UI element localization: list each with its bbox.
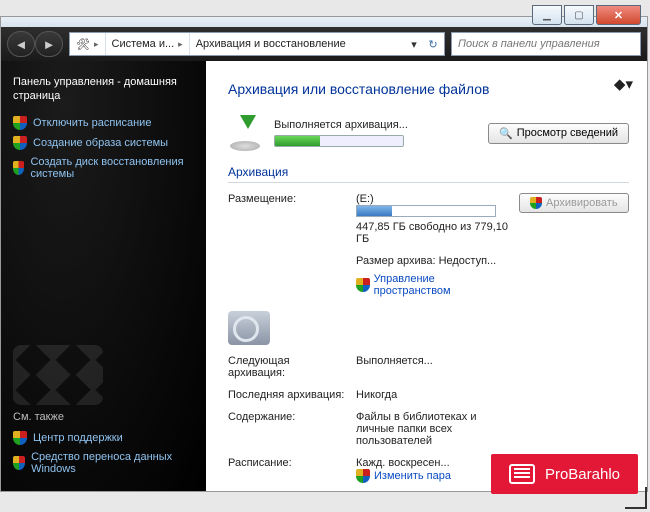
shield-icon (13, 431, 27, 445)
breadcrumb[interactable]: 🛠▸ Система и...▸ Архивация и восстановле… (69, 32, 445, 56)
next-backup-value: Выполняется... (356, 355, 511, 367)
location-value: (E:) (356, 193, 511, 205)
help-icon[interactable]: ◆▾ (614, 75, 633, 93)
sidebar: Панель управления - домашняя страница От… (1, 61, 206, 491)
manage-space-link[interactable]: Управление пространством (356, 273, 511, 297)
shield-icon (356, 278, 370, 292)
shield-icon (356, 469, 370, 483)
contents-key: Содержание: (228, 411, 348, 423)
free-space-text: 447,85 ГБ свободно из 779,10 ГБ (356, 221, 511, 245)
button-label: Архивировать (546, 197, 618, 209)
sidebar-link-label: Отключить расписание (33, 117, 151, 129)
archive-size-text: Размер архива: Недоступ... (356, 255, 511, 267)
disk-space-bar (356, 205, 496, 217)
shield-icon (13, 161, 24, 175)
minimize-button[interactable] (532, 5, 562, 25)
contents-value: Файлы в библиотеках и личные папки всех … (356, 411, 511, 447)
watermark-logo-icon (509, 464, 535, 484)
sidebar-link-label: Центр поддержки (33, 432, 123, 444)
sidebar-link-disable-schedule[interactable]: Отключить расписание (13, 116, 194, 130)
shield-icon (530, 197, 542, 209)
sidebar-link-label: Создать диск восстановления системы (30, 156, 194, 180)
search-input[interactable] (458, 38, 634, 50)
magnifier-icon: 🔍 (499, 127, 513, 140)
breadcrumb-segment[interactable]: Система и... (112, 38, 175, 50)
sidebar-link-label: Средство переноса данных Windows (31, 451, 194, 475)
section-archive-heading: Архивация (228, 165, 629, 183)
breadcrumb-segment[interactable]: Архивация и восстановление (196, 38, 346, 50)
content-pane: ◆▾ Архивация или восстановление файлов В… (206, 61, 647, 491)
sidebar-link-create-recovery-disc[interactable]: Создать диск восстановления системы (13, 156, 194, 180)
watermark-badge: ProBarahlo (491, 454, 638, 494)
windows-flag-icon (13, 345, 103, 405)
sidebar-link-create-image[interactable]: Создание образа системы (13, 136, 194, 150)
change-params-link[interactable]: Изменить пара (356, 469, 451, 483)
archive-now-button: Архивировать (519, 193, 629, 213)
watermark-text: ProBarahlo (545, 466, 620, 483)
view-details-button[interactable]: 🔍 Просмотр сведений (488, 123, 629, 144)
nav-toolbar: ◄ ► 🛠▸ Система и...▸ Архивация и восстан… (1, 27, 647, 61)
titlebar (1, 17, 647, 27)
sidebar-link-action-center[interactable]: Центр поддержки (13, 431, 194, 445)
status-label: Выполняется архивация... (274, 119, 478, 131)
backup-progress-bar (274, 135, 404, 147)
breadcrumb-dropdown[interactable]: ▾ (406, 38, 422, 51)
maximize-button[interactable] (564, 5, 594, 25)
schedule-key: Расписание: (228, 457, 348, 469)
shield-icon (13, 456, 25, 470)
last-backup-value: Никогда (356, 389, 511, 401)
refresh-button[interactable]: ↻ (422, 38, 444, 51)
control-panel-home-link[interactable]: Панель управления - домашняя страница (13, 75, 194, 104)
link-label: Изменить пара (374, 470, 451, 482)
close-button[interactable] (596, 5, 641, 25)
backup-running-icon (228, 115, 264, 151)
last-backup-key: Последняя архивация: (228, 389, 348, 401)
back-button[interactable]: ◄ (7, 31, 35, 57)
link-label: Управление пространством (374, 273, 511, 297)
schedule-value: Кажд. воскресен... (356, 457, 450, 469)
corner-marker-icon (625, 487, 647, 509)
window-frame: ◄ ► 🛠▸ Система и...▸ Архивация и восстан… (0, 16, 648, 492)
location-key: Размещение: (228, 193, 348, 205)
search-box[interactable] (451, 32, 641, 56)
shield-icon (13, 136, 27, 150)
see-also-heading: См. также (13, 411, 194, 423)
page-title: Архивация или восстановление файлов (228, 81, 629, 97)
sidebar-link-label: Создание образа системы (33, 137, 168, 149)
forward-button[interactable]: ► (35, 31, 63, 57)
control-panel-icon: 🛠 (76, 38, 90, 51)
sidebar-link-easy-transfer[interactable]: Средство переноса данных Windows (13, 451, 194, 475)
button-label: Просмотр сведений (517, 127, 618, 139)
shield-icon (13, 116, 27, 130)
hard-drive-icon (228, 311, 270, 345)
next-backup-key: Следующая архивация: (228, 355, 348, 379)
